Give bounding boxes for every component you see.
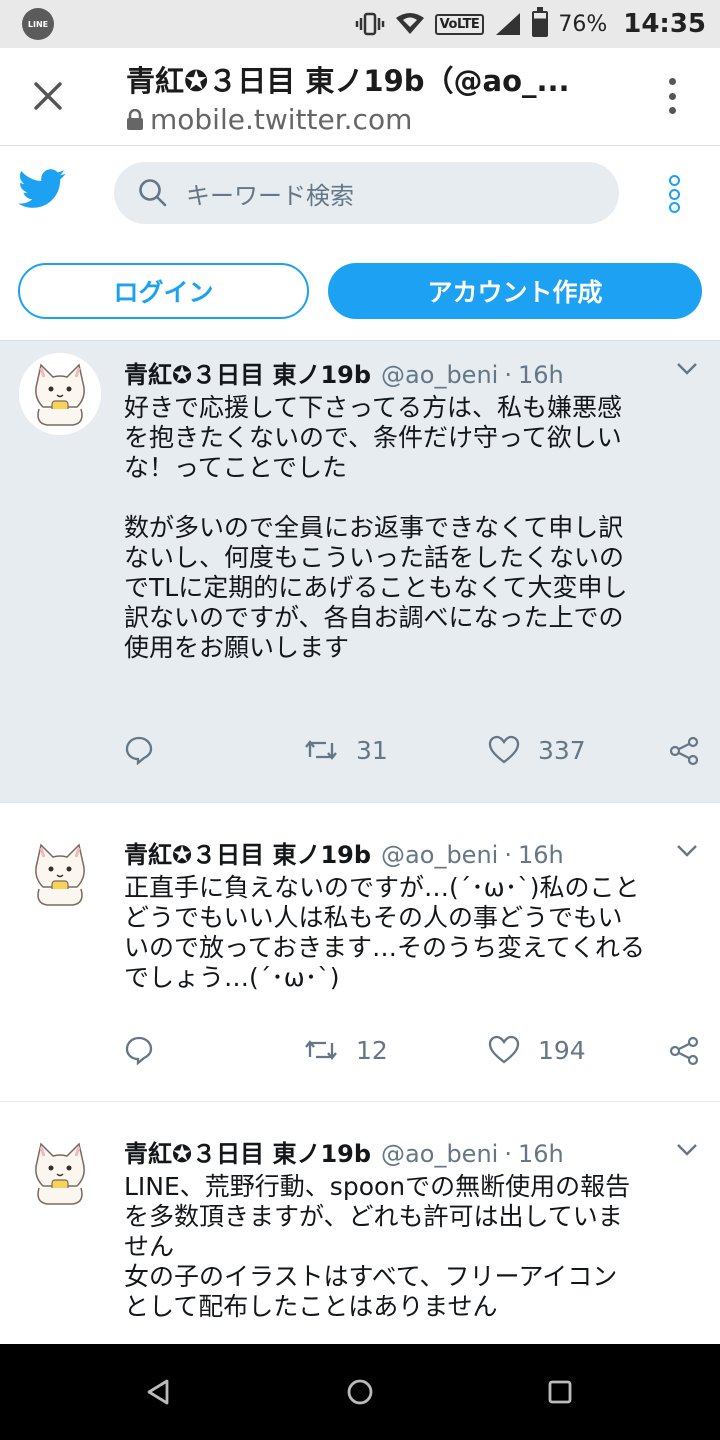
more-dot-icon (668, 175, 680, 186)
share-icon (669, 1036, 699, 1066)
menu-dot-icon (668, 92, 676, 100)
page-title: 青紅✪３日目 東ノ19b（@ao_... (126, 64, 570, 98)
back-button[interactable] (138, 1372, 178, 1412)
more-dot-icon (668, 202, 680, 213)
separator: · (504, 361, 512, 389)
user-handle[interactable]: @ao_beni (381, 841, 498, 869)
tweet-text: LINE、荒野行動、spoonでの無断使用の報告 を多数頂きますが、どれも許可は… (124, 1172, 631, 1321)
like-button[interactable]: 194 (488, 1035, 586, 1065)
battery-icon (532, 7, 549, 37)
reply-button[interactable] (124, 1035, 154, 1065)
chevron-down-icon (677, 363, 697, 375)
recents-square-icon (548, 1380, 572, 1404)
cat-avatar-icon (19, 353, 101, 435)
close-button[interactable] (22, 70, 74, 122)
line-app-icon: LINE (22, 8, 54, 40)
volte-badge: VoLTE (434, 13, 485, 35)
wifi-icon (395, 12, 425, 36)
timestamp[interactable]: 16h (518, 1140, 564, 1168)
close-icon (34, 82, 62, 110)
separator: · (504, 1140, 512, 1168)
timestamp[interactable]: 16h (518, 361, 564, 389)
search-icon (139, 179, 167, 207)
vibrate-icon (355, 11, 385, 37)
retweet-icon (305, 1040, 337, 1060)
share-button[interactable] (668, 735, 700, 767)
retweet-icon (305, 740, 337, 760)
like-button[interactable]: 337 (488, 735, 586, 765)
tweet-text: 好きで応援して下さってる方は、私も嫌悪感 を抱きたくないので、条件だけ守って欲し… (124, 393, 628, 662)
tweet-menu-button[interactable] (676, 843, 698, 862)
avatar[interactable] (19, 1132, 101, 1214)
signal-icon (494, 11, 522, 37)
cat-avatar-icon (19, 1132, 101, 1214)
url-bar[interactable]: mobile.twitter.com (126, 103, 412, 136)
share-button[interactable] (668, 1035, 700, 1067)
reply-button[interactable] (124, 735, 154, 765)
tweet[interactable]: 青紅✪３日目 東ノ19b @ao_beni · 16h 正直手に負えないのですが… (0, 803, 720, 1102)
search-placeholder: キーワード検索 (186, 181, 354, 210)
recents-button[interactable] (540, 1372, 580, 1412)
battery-percent: 76% (558, 11, 608, 37)
tweet-header: 青紅✪３日目 東ノ19b @ao_beni · 16h (124, 835, 696, 870)
tweet-menu-button[interactable] (676, 1142, 698, 1161)
heart-icon (488, 1035, 520, 1064)
chevron-down-icon (677, 845, 697, 857)
reply-icon (125, 736, 153, 765)
more-options-button[interactable] (668, 175, 680, 213)
cat-avatar-icon (19, 833, 101, 915)
tweet-text: 正直手に負えないのですが…(´･ω･`)私のこと どうでもいい人は私もその人の事… (124, 873, 646, 992)
back-triangle-icon (147, 1379, 169, 1405)
retweet-button[interactable]: 12 (304, 1035, 388, 1065)
avatar[interactable] (19, 353, 101, 435)
signup-button[interactable]: アカウント作成 (328, 263, 702, 319)
display-name[interactable]: 青紅✪３日目 東ノ19b (124, 1134, 371, 1169)
retweet-count: 12 (356, 1035, 388, 1065)
status-icons: VoLTE 76% 14:35 (355, 0, 706, 48)
avatar[interactable] (19, 833, 101, 915)
like-count: 194 (538, 1035, 586, 1065)
line-app-label: LINE (27, 19, 49, 29)
url-text: mobile.twitter.com (150, 103, 413, 136)
share-icon (669, 736, 699, 766)
tweet-header: 青紅✪３日目 東ノ19b @ao_beni · 16h (124, 1134, 696, 1169)
search-input[interactable]: キーワード検索 (114, 162, 619, 224)
twitter-header: キーワード検索 ログイン アカウント作成 (0, 147, 720, 341)
tweet-actions: 31 337 (124, 735, 704, 775)
tweet[interactable]: 青紅✪３日目 東ノ19b @ao_beni · 16h 好きで応援して下さってる… (0, 341, 720, 803)
home-button[interactable] (340, 1372, 380, 1412)
clock: 14:35 (623, 9, 706, 39)
chevron-down-icon (677, 1144, 697, 1156)
tweet-header: 青紅✪３日目 東ノ19b @ao_beni · 16h (124, 355, 696, 390)
separator: · (504, 841, 512, 869)
menu-dot-icon (668, 78, 676, 85)
tweet-actions: 12 194 (124, 1035, 704, 1075)
display-name[interactable]: 青紅✪３日目 東ノ19b (124, 835, 371, 870)
home-circle-icon (347, 1379, 373, 1405)
user-handle[interactable]: @ao_beni (381, 1140, 498, 1168)
status-bar: LINE VoLTE 76% 14:35 (0, 0, 720, 48)
lock-icon (127, 108, 143, 130)
tweet-menu-button[interactable] (676, 361, 698, 380)
browser-menu-button[interactable] (664, 78, 680, 114)
menu-dot-icon (668, 107, 676, 114)
display-name[interactable]: 青紅✪３日目 東ノ19b (124, 355, 371, 390)
more-dot-icon (668, 188, 680, 200)
like-count: 337 (538, 735, 586, 765)
tweet[interactable]: 青紅✪３日目 東ノ19b @ao_beni · 16h LINE、荒野行動、sp… (0, 1102, 720, 1344)
reply-icon (125, 1036, 153, 1065)
user-handle[interactable]: @ao_beni (381, 361, 498, 389)
retweet-count: 31 (356, 735, 388, 765)
navigation-bar (0, 1344, 720, 1440)
login-button[interactable]: ログイン (18, 263, 309, 319)
browser-header: 青紅✪３日目 東ノ19b（@ao_... mobile.twitter.com (0, 48, 720, 146)
timestamp[interactable]: 16h (518, 841, 564, 869)
heart-icon (488, 735, 520, 764)
retweet-button[interactable]: 31 (304, 735, 388, 765)
twitter-bird-icon[interactable] (18, 169, 66, 213)
